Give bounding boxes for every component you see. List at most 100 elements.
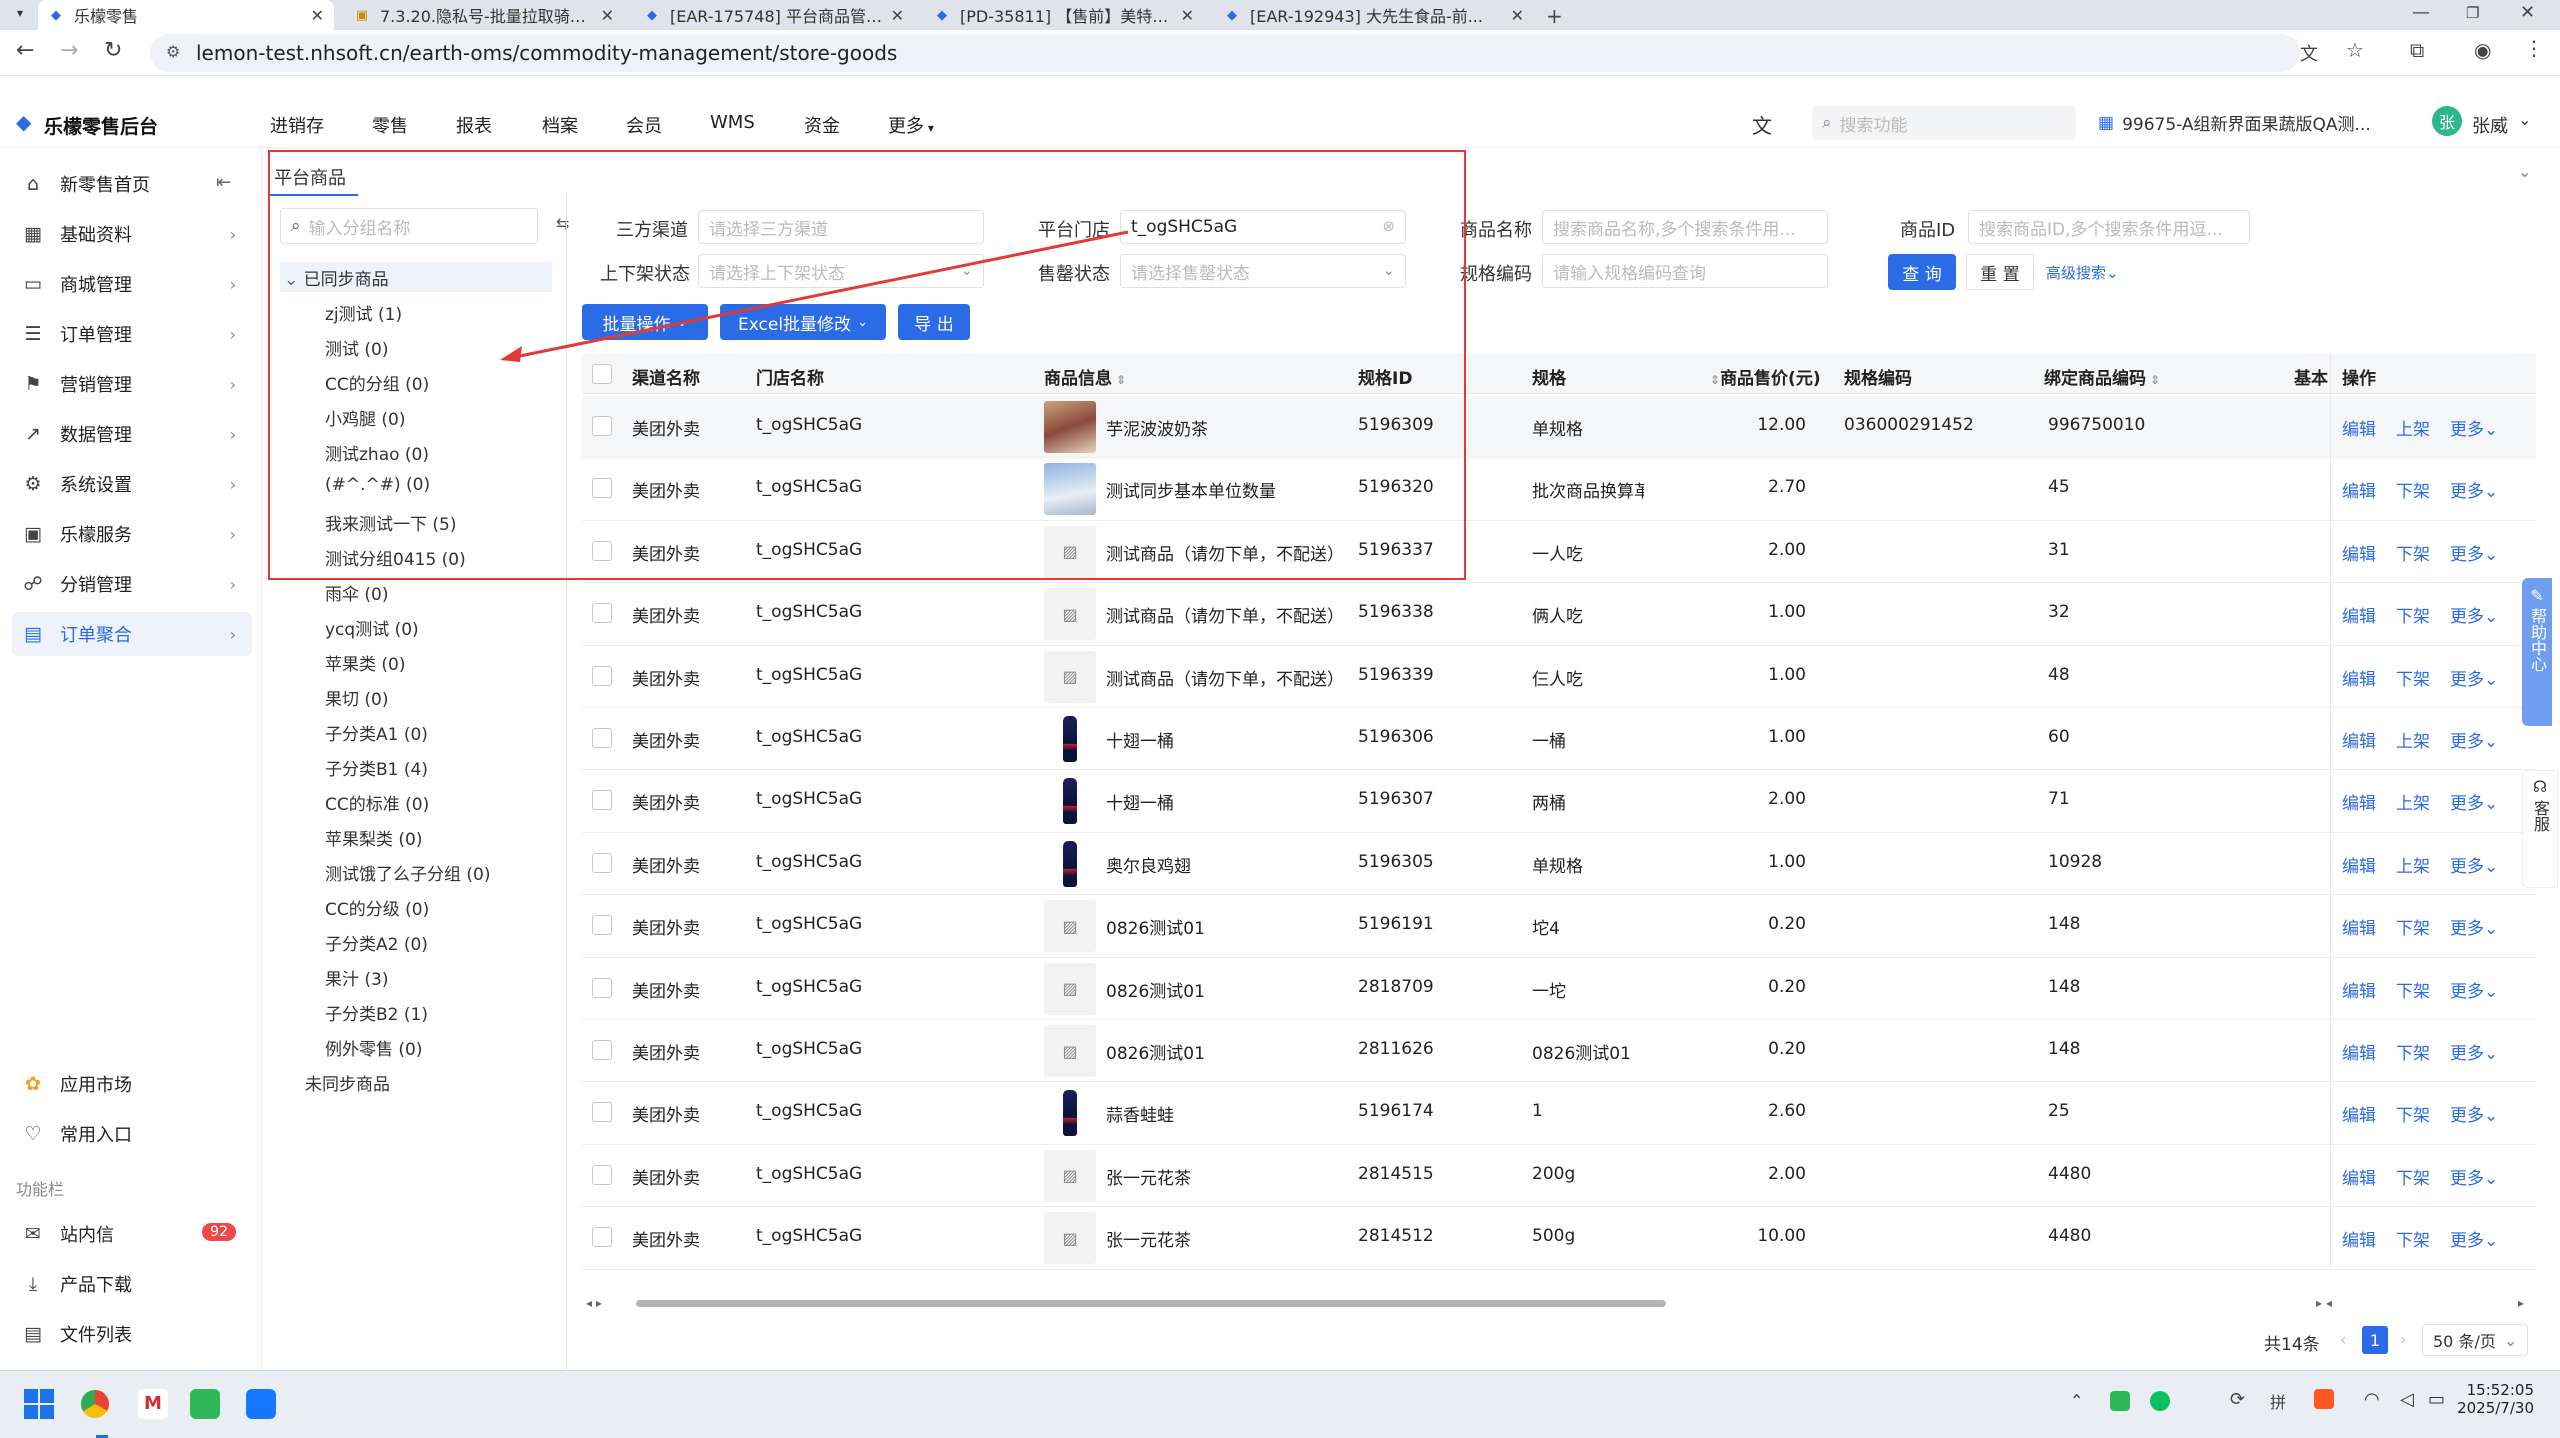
sidebar-item-distribution[interactable]: ☍ 分销管理 ›	[12, 562, 252, 606]
more-link[interactable]: 更多⌄	[2450, 1164, 2498, 1189]
profile-icon[interactable]: ◉	[2474, 38, 2491, 62]
edit-link[interactable]: 编辑	[2342, 727, 2376, 752]
close-tab-icon[interactable]: ✕	[891, 6, 904, 25]
edit-link[interactable]: 编辑	[2342, 602, 2376, 627]
expand-icon[interactable]: ⌄	[2518, 162, 2531, 181]
tree-node-group[interactable]: 测试饿了么子分组 (0)	[325, 860, 490, 885]
tree-node-group[interactable]: 苹果梨类 (0)	[325, 825, 422, 850]
sidebar-item-files[interactable]: ▤ 文件列表	[12, 1312, 252, 1356]
edit-link[interactable]: 编辑	[2342, 1164, 2376, 1189]
language-icon[interactable]: 文	[1752, 110, 1772, 139]
goods-id-input[interactable]: 搜索商品ID,多个搜索条件用逗...	[1968, 210, 2250, 244]
browser-menu-icon[interactable]: ⋮	[2524, 36, 2544, 60]
nav-jxc[interactable]: 进销存	[270, 112, 324, 138]
more-link[interactable]: 更多⌄	[2450, 914, 2498, 939]
page-size-select[interactable]: 50 条/页 ⌄	[2422, 1324, 2528, 1356]
sidebar-item-marketing[interactable]: ⚑ 营销管理 ›	[12, 362, 252, 406]
minimize-icon[interactable]: —	[2412, 2, 2430, 23]
tree-node-group[interactable]: CC的标准 (0)	[325, 790, 429, 815]
row-checkbox[interactable]	[592, 728, 612, 748]
sidebar-item-service[interactable]: ▣ 乐檬服务 ›	[12, 512, 252, 556]
shelf-toggle-link[interactable]: 下架	[2396, 977, 2430, 1002]
clock[interactable]: 15:52:05 2025/7/30	[2454, 1381, 2534, 1417]
edit-link[interactable]: 编辑	[2342, 1226, 2376, 1251]
close-window-icon[interactable]: ✕	[2520, 2, 2535, 23]
more-link[interactable]: 更多⌄	[2450, 727, 2498, 752]
battery-icon[interactable]: ▭	[2428, 1389, 2445, 1410]
row-checkbox[interactable]	[592, 1102, 612, 1123]
more-link[interactable]: 更多⌄	[2450, 602, 2498, 627]
chat-app-icon[interactable]	[190, 1389, 220, 1419]
col-bind-code[interactable]: 绑定商品编码 ⇕	[2044, 364, 2160, 389]
browser-tab[interactable]: ◆ 乐檬零售 ✕	[38, 0, 334, 30]
row-checkbox[interactable]	[592, 1040, 612, 1060]
close-tab-icon[interactable]: ✕	[1181, 6, 1194, 25]
sync-icon[interactable]: ⟳	[2230, 1389, 2245, 1410]
function-search-input[interactable]: ⌕ 搜索功能	[1812, 106, 2076, 140]
edit-link[interactable]: 编辑	[2342, 789, 2376, 814]
nav-report[interactable]: 报表	[456, 112, 492, 138]
user-name[interactable]: 张威	[2472, 112, 2508, 138]
nav-archive[interactable]: 档案	[542, 112, 578, 138]
chrome-icon[interactable]	[78, 1387, 112, 1421]
more-link[interactable]: 更多⌄	[2450, 665, 2498, 690]
table-row[interactable]: 美团外卖 t_ogSHC5aG ▨ 测试商品（请勿下单，不配送） 5196338 俩人吃 1…	[582, 583, 2536, 646]
col-price[interactable]: ⇕商品售价(元)	[1710, 364, 1821, 389]
close-tab-icon[interactable]: ✕	[311, 6, 324, 25]
browser-tab[interactable]: ◆ [PD-35811] 【售前】美特好超... ✕	[924, 0, 1204, 30]
extensions-icon[interactable]: ⧉	[2410, 38, 2424, 62]
edit-link[interactable]: 编辑	[2342, 852, 2376, 877]
tray-app-icon[interactable]	[2110, 1391, 2130, 1411]
sidebar-item-chart[interactable]: ↗ 数据管理 ›	[12, 412, 252, 456]
shelf-toggle-link[interactable]: 上架	[2396, 415, 2430, 440]
tab-search-icon[interactable]: ▾	[10, 6, 30, 24]
row-checkbox[interactable]	[592, 1227, 612, 1248]
shelf-toggle-link[interactable]: 下架	[2396, 914, 2430, 939]
tree-node-group[interactable]: 子分类A2 (0)	[325, 930, 428, 955]
row-checkbox[interactable]	[592, 665, 612, 686]
nav-fund[interactable]: 资金	[804, 112, 840, 138]
row-checkbox[interactable]	[592, 915, 612, 936]
store-selector[interactable]: ▦ 99675-A组新界面果蔬版QA测...	[2098, 110, 2371, 136]
ime-icon[interactable]: 拼	[2270, 1389, 2286, 1413]
tree-node-group[interactable]: ycq测试 (0)	[325, 615, 419, 640]
nav-more[interactable]: 更多 ▾	[888, 112, 934, 138]
shelf-toggle-link[interactable]: 下架	[2396, 602, 2430, 627]
tree-node-group[interactable]: 果汁 (3)	[325, 965, 388, 990]
edit-link[interactable]: 编辑	[2342, 415, 2376, 440]
url-field[interactable]: ⚙ lemon-test.nhsoft.cn/earth-oms/commodi…	[150, 34, 2300, 72]
scroll-end-icon[interactable]: ▸	[2518, 1296, 2524, 1310]
table-row[interactable]: 美团外卖 t_ogSHC5aG 十翅一桶 5196307 两桶 2.00 71 编辑 上架 更多⌄	[582, 770, 2536, 833]
sidebar-item-grid[interactable]: ▦ 基础资料 ›	[12, 212, 252, 256]
nav-member[interactable]: 会员	[626, 112, 662, 138]
edit-link[interactable]: 编辑	[2342, 977, 2376, 1002]
more-link[interactable]: 更多⌄	[2450, 477, 2498, 502]
shelf-toggle-link[interactable]: 下架	[2396, 665, 2430, 690]
query-button[interactable]: 查 询	[1888, 254, 1956, 290]
shelf-toggle-link[interactable]: 上架	[2396, 789, 2430, 814]
restore-icon[interactable]: ❐	[2466, 4, 2479, 22]
edit-link[interactable]: 编辑	[2342, 477, 2376, 502]
reload-icon[interactable]: ↻	[104, 38, 122, 63]
wechat-icon[interactable]	[2150, 1391, 2170, 1411]
tree-node-group[interactable]: 雨伞 (0)	[325, 580, 388, 605]
edit-link[interactable]: 编辑	[2342, 1039, 2376, 1064]
page-1-button[interactable]: 1	[2362, 1326, 2388, 1354]
more-link[interactable]: 更多⌄	[2450, 540, 2498, 565]
tree-node-group[interactable]: 苹果类 (0)	[325, 650, 405, 675]
more-link[interactable]: 更多⌄	[2450, 977, 2498, 1002]
site-info-icon[interactable]: ⚙	[166, 42, 180, 61]
table-row[interactable]: 美团外卖 t_ogSHC5aG ▨ 张一元花茶 2814512 500g 10.00 4480…	[582, 1207, 2536, 1270]
horizontal-scrollbar[interactable]	[636, 1300, 1666, 1307]
user-chevron-icon[interactable]: ⌄	[2518, 110, 2531, 129]
sidebar-item-aggregate[interactable]: ▤ 订单聚合 ›	[12, 612, 252, 656]
browser-tab[interactable]: ▣ 7.3.20.隐私号-批量拉取骑手手... ✕	[344, 0, 624, 30]
tree-node-group[interactable]: 果切 (0)	[325, 685, 388, 710]
tree-node-unsynced[interactable]: 未同步商品	[305, 1070, 390, 1095]
bookmark-star-icon[interactable]: ☆	[2346, 38, 2364, 62]
tree-node-group[interactable]: CC的分级 (0)	[325, 895, 429, 920]
tree-node-group[interactable]: 子分类B1 (4)	[325, 755, 428, 780]
scroll-left-icon[interactable]: ◂ ▸	[586, 1296, 602, 1310]
scroll-right-icon[interactable]: ▸ ◂	[2316, 1296, 2332, 1310]
edit-link[interactable]: 编辑	[2342, 540, 2376, 565]
